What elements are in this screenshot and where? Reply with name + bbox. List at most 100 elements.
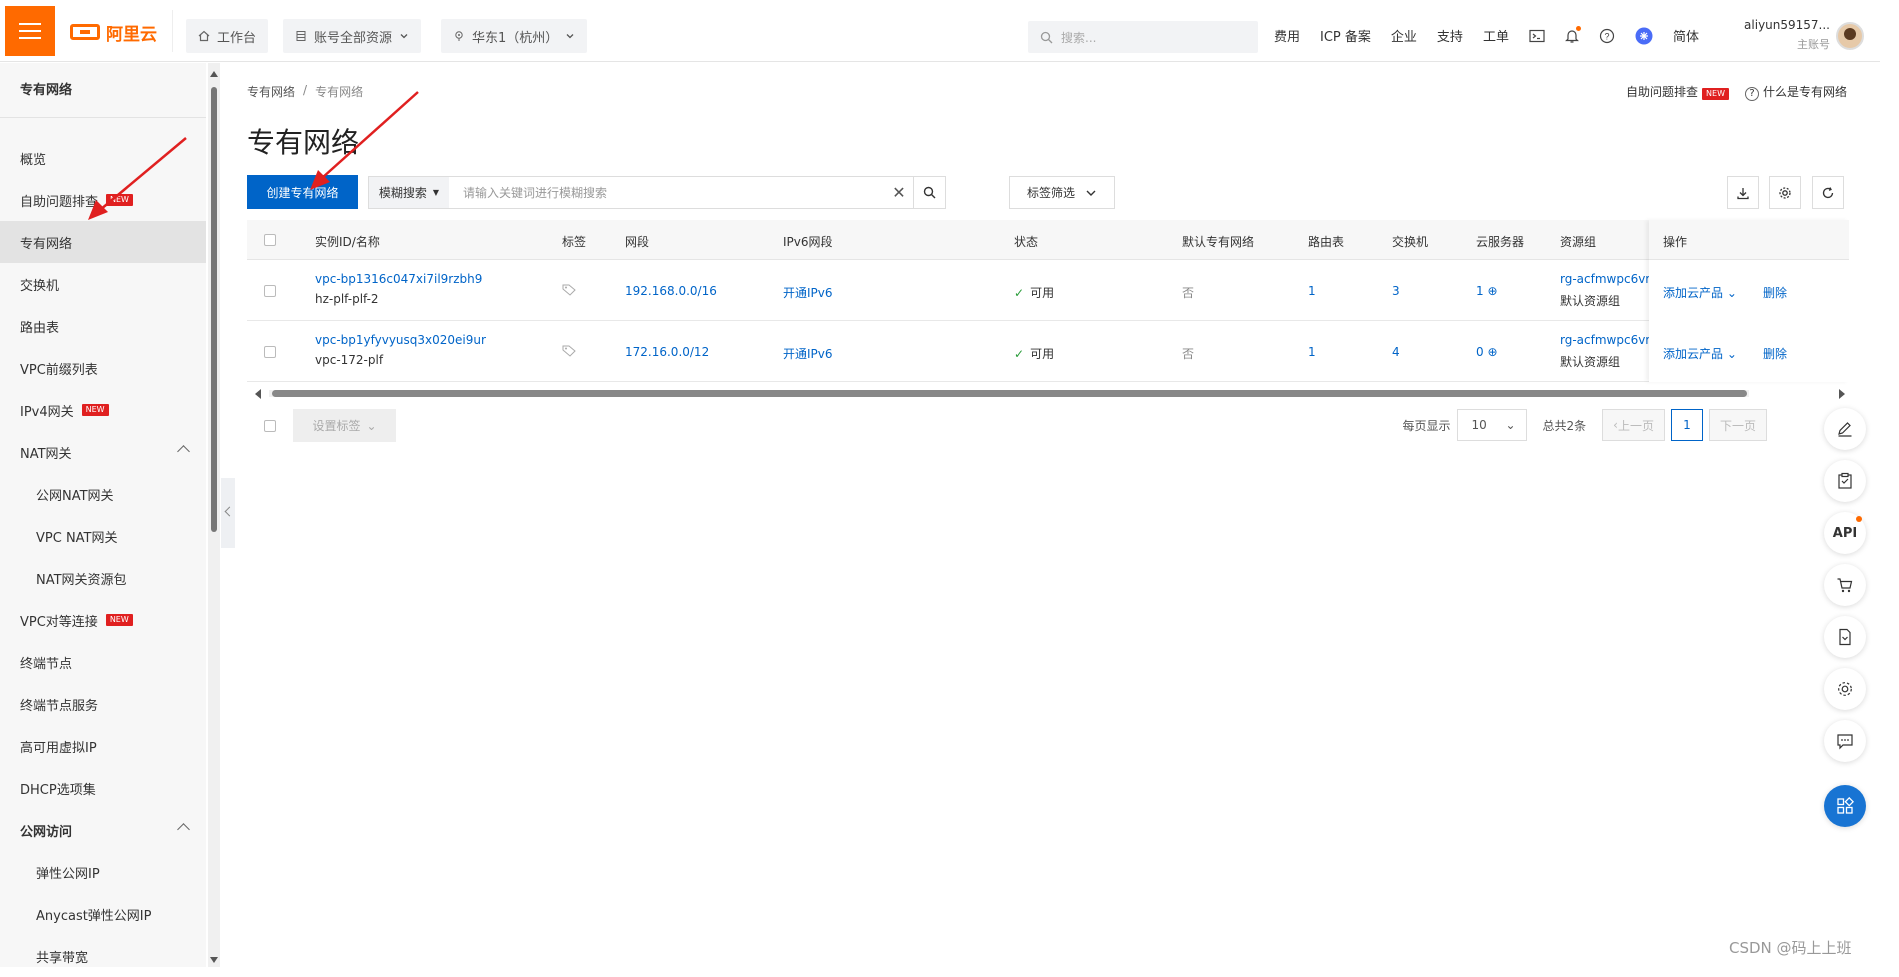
ai-assistant-icon[interactable] — [1635, 27, 1653, 45]
sidebar-item-havip[interactable]: 高可用虚拟IP — [0, 725, 206, 767]
settings-button[interactable] — [1769, 176, 1801, 209]
resource-group-id[interactable]: rg-acfmwpc6vr5 — [1560, 272, 1658, 286]
hamburger-menu-button[interactable] — [5, 6, 55, 56]
search-mode-select[interactable]: 模糊搜索 ▼ — [369, 177, 449, 208]
check-icon: ✓ — [1014, 286, 1025, 300]
region-selector[interactable]: 华东1（杭州） — [441, 19, 588, 53]
sidebar-item-route-table[interactable]: 路由表 — [0, 305, 206, 347]
avatar[interactable] — [1836, 22, 1864, 50]
scroll-down-arrow-icon[interactable] — [210, 957, 218, 963]
scroll-left-arrow-icon[interactable] — [255, 389, 261, 399]
enable-ipv6-link[interactable]: 开通IPv6 — [783, 345, 833, 362]
tag-filter-dropdown[interactable]: 标签筛选 — [1009, 176, 1115, 209]
search-input[interactable]: 请输入关键词进行模糊搜索 — [449, 177, 885, 208]
set-tag-button[interactable]: 设置标签 ⌄ — [293, 409, 396, 442]
vpc-id-link[interactable]: vpc-bp1316c047xi7il9rzbh9 — [315, 272, 482, 286]
delete-link[interactable]: 删除 — [1763, 345, 1787, 362]
clipboard-icon[interactable] — [1824, 460, 1866, 502]
ecs-count[interactable]: 1 ⊕ — [1476, 284, 1498, 298]
row-checkbox[interactable] — [264, 285, 276, 297]
sidebar-item-ipv4-gateway[interactable]: IPv4网关 NEW — [0, 389, 206, 431]
document-icon[interactable] — [1824, 616, 1866, 658]
select-all-checkbox[interactable] — [264, 420, 276, 432]
ecs-count[interactable]: 0 ⊕ — [1476, 345, 1498, 359]
sidebar-collapse-button[interactable] — [221, 478, 235, 548]
add-circle-icon[interactable]: ⊕ — [1487, 345, 1497, 359]
sidebar-item-shared-bandwidth[interactable]: 共享带宽 — [0, 935, 206, 977]
scrollbar-thumb[interactable] — [272, 390, 1747, 397]
page-size-select[interactable]: 10 ⌄ — [1456, 409, 1527, 441]
add-cloud-product-dropdown[interactable]: 添加云产品 ⌄ — [1663, 284, 1737, 301]
sidebar-scrollbar[interactable] — [208, 63, 220, 967]
vswitch-count[interactable]: 4 — [1392, 345, 1400, 359]
enable-ipv6-link[interactable]: 开通IPv6 — [783, 284, 833, 301]
sidebar-item-overview[interactable]: 概览 — [0, 137, 206, 179]
sidebar-item-endpoint[interactable]: 终端节点 — [0, 641, 206, 683]
gear-icon[interactable] — [1824, 668, 1866, 710]
page-number-1[interactable]: 1 — [1670, 409, 1703, 441]
edit-icon[interactable] — [1824, 408, 1866, 450]
next-page-button[interactable]: 下一页 — [1708, 409, 1767, 441]
add-circle-icon[interactable]: ⊕ — [1487, 284, 1497, 298]
sidebar-item-nat-gateway[interactable]: NAT网关 — [0, 431, 206, 473]
api-icon[interactable]: API — [1824, 512, 1866, 554]
cart-icon[interactable] — [1824, 564, 1866, 606]
apps-grid-icon[interactable] — [1824, 785, 1866, 827]
bell-icon[interactable] — [1565, 25, 1581, 44]
breadcrumb-item[interactable]: 专有网络 — [247, 83, 295, 100]
enterprise-link[interactable]: 企业 — [1391, 26, 1417, 45]
sidebar-item-anycast-eip[interactable]: Anycast弹性公网IP — [0, 893, 206, 935]
what-is-vpc-link[interactable]: ? 什么是专有网络 — [1744, 83, 1847, 101]
workbench-button[interactable]: 工作台 — [186, 19, 269, 53]
fee-link[interactable]: 费用 — [1274, 26, 1300, 45]
sidebar-item-vswitch[interactable]: 交换机 — [0, 263, 206, 305]
route-table-count[interactable]: 1 — [1308, 345, 1316, 359]
delete-link[interactable]: 删除 — [1763, 284, 1787, 301]
cidr-link[interactable]: 192.168.0.0/16 — [625, 284, 717, 298]
self-check-link[interactable]: 自助问题排查 NEW — [1626, 83, 1729, 101]
refresh-button[interactable] — [1812, 176, 1844, 209]
language-switch[interactable]: 简体 — [1673, 26, 1699, 45]
prev-page-button[interactable]: ‹ 上一页 — [1602, 409, 1665, 441]
sidebar-item-endpoint-service[interactable]: 终端节点服务 — [0, 683, 206, 725]
search-button[interactable] — [913, 177, 945, 208]
add-cloud-product-dropdown[interactable]: 添加云产品 ⌄ — [1663, 345, 1737, 362]
icp-link[interactable]: ICP 备案 — [1320, 26, 1371, 45]
global-search-input[interactable]: 搜索... — [1028, 21, 1258, 53]
sidebar-item-public-nat[interactable]: 公网NAT网关 — [0, 473, 206, 515]
vpc-id-link[interactable]: vpc-bp1yfyvyusq3x020ei9ur — [315, 333, 486, 347]
help-icon[interactable]: ? — [1599, 28, 1615, 44]
vswitch-count[interactable]: 3 — [1392, 284, 1400, 298]
column-header[interactable]: 实例ID/名称 — [315, 233, 380, 250]
sidebar-item-eip[interactable]: 弹性公网IP — [0, 851, 206, 893]
account-resources-dropdown[interactable]: 账号全部资源 — [283, 19, 422, 53]
user-menu[interactable]: aliyun59157... 主账号 — [1740, 18, 1830, 52]
select-all-checkbox[interactable] — [264, 234, 276, 246]
sidebar-item-nat-package[interactable]: NAT网关资源包 — [0, 557, 206, 599]
ticket-link[interactable]: 工单 — [1483, 26, 1509, 45]
row-checkbox[interactable] — [264, 346, 276, 358]
sidebar-item-dhcp[interactable]: DHCP选项集 — [0, 767, 206, 809]
sidebar-item-prefix-list[interactable]: VPC前缀列表 — [0, 347, 206, 389]
sidebar-item-vpc-nat[interactable]: VPC NAT网关 — [0, 515, 206, 557]
scroll-up-arrow-icon[interactable] — [210, 71, 218, 77]
table-horizontal-scrollbar[interactable] — [247, 387, 1847, 399]
scrollbar-thumb[interactable] — [211, 87, 217, 532]
terminal-icon[interactable] — [1529, 29, 1545, 43]
chat-icon[interactable] — [1824, 720, 1866, 762]
sidebar-item-vpc-peering[interactable]: VPC对等连接 NEW — [0, 599, 206, 641]
scroll-right-arrow-icon[interactable] — [1839, 389, 1845, 399]
create-vpc-button[interactable]: 创建专有网络 — [247, 175, 358, 209]
sidebar-item-self-check[interactable]: 自助问题排查 NEW — [0, 179, 206, 221]
tag-icon[interactable] — [562, 284, 576, 296]
resource-group-id[interactable]: rg-acfmwpc6vr5 — [1560, 333, 1658, 347]
route-table-count[interactable]: 1 — [1308, 284, 1316, 298]
tag-icon[interactable] — [562, 345, 576, 357]
clear-icon[interactable]: ✕ — [885, 183, 913, 202]
download-button[interactable] — [1727, 176, 1759, 209]
sidebar-group-public-access[interactable]: 公网访问 — [0, 809, 206, 851]
cidr-link[interactable]: 172.16.0.0/12 — [625, 345, 709, 359]
sidebar-item-vpc[interactable]: 专有网络 — [0, 221, 206, 263]
support-link[interactable]: 支持 — [1437, 26, 1463, 45]
aliyun-logo[interactable]: 阿里云 — [70, 22, 157, 45]
